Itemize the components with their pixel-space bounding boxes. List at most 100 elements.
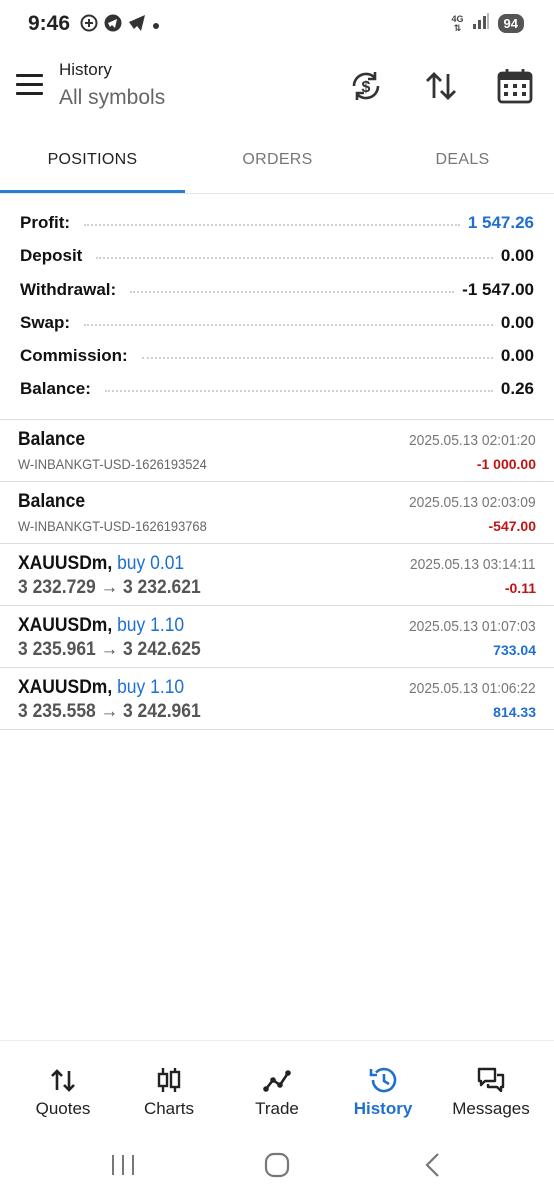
deal-side: buy 1.10: [117, 677, 185, 698]
home-button[interactable]: [257, 1150, 297, 1180]
list-item[interactable]: Balance W-INBANKGT-USD-1626193524 2025.0…: [0, 420, 554, 482]
summary-value: 0.26: [500, 378, 534, 398]
summary-label: Profit:: [20, 212, 71, 232]
summary-label: Withdrawal:: [20, 279, 117, 299]
calendar-button[interactable]: [495, 66, 535, 106]
summary-row-withdrawal: Withdrawal: -1 547.00: [20, 273, 534, 306]
deal-time: 2025.05.13 01:07:03: [409, 618, 536, 635]
page-title: History: [59, 60, 112, 79]
summary-row-deposit: Deposit 0.00: [20, 239, 534, 272]
deal-amount: 733.04: [493, 642, 536, 658]
summary-row-profit: Profit: 1 547.26: [20, 206, 534, 239]
deal-side: buy 1.10: [117, 615, 185, 636]
status-bar: 9:46 4G ⇅ 94: [0, 0, 554, 52]
nav-label: Trade: [255, 1099, 299, 1118]
nav-charts[interactable]: Charts: [114, 1059, 224, 1129]
summary-row-commission: Commission: 0.00: [20, 339, 534, 372]
trade-icon: [263, 1070, 291, 1092]
deal-time: 2025.05.13 01:06:22: [409, 680, 536, 697]
nav-label: Messages: [452, 1099, 530, 1118]
svg-text:$: $: [362, 79, 371, 96]
summary-label: Swap:: [20, 312, 71, 332]
messages-icon: [477, 1067, 505, 1093]
list-item[interactable]: XAUUSDm, buy 1.10 3 235.558 → 3 242.961 …: [0, 668, 554, 730]
nav-history[interactable]: History: [328, 1059, 438, 1129]
app-header: History All symbols $: [0, 52, 554, 120]
summary-row-balance: Balance: 0.26: [20, 372, 534, 405]
currency-exchange-button[interactable]: $: [346, 66, 386, 106]
dotted-leader: [84, 323, 493, 326]
history-tabs: POSITIONS ORDERS DEALS: [0, 140, 554, 194]
dotted-leader: [130, 290, 455, 293]
tab-deals[interactable]: DEALS: [370, 140, 554, 192]
dotted-leader: [84, 223, 460, 226]
nav-label: Charts: [143, 1099, 195, 1118]
signal-icon: [472, 13, 490, 34]
notification-icons: [80, 14, 160, 37]
summary-value: -1 547.00: [462, 279, 534, 299]
summary-value: 0.00: [500, 245, 534, 265]
deal-title: XAUUSDm, buy 0.01: [18, 553, 185, 574]
deal-amount: -0.11: [504, 580, 536, 596]
status-time: 9:46: [28, 12, 71, 35]
summary-row-swap: Swap: 0.00: [20, 306, 534, 339]
list-item[interactable]: XAUUSDm, buy 0.01 3 232.729 → 3 232.621 …: [0, 544, 554, 606]
tabs-divider: [0, 193, 554, 194]
deal-time: 2025.05.13 03:14:11: [410, 556, 536, 573]
nav-quotes[interactable]: Quotes: [8, 1059, 118, 1129]
symbol-filter[interactable]: All symbols: [59, 86, 165, 110]
tab-positions[interactable]: POSITIONS: [0, 140, 185, 192]
summary-label: Balance:: [20, 378, 91, 398]
list-item[interactable]: XAUUSDm, buy 1.10 3 235.961 → 3 242.625 …: [0, 606, 554, 668]
deal-prices: 3 232.729 → 3 232.621: [18, 577, 201, 598]
menu-icon[interactable]: [16, 74, 44, 96]
deal-time: 2025.05.13 02:01:20: [409, 432, 536, 449]
status-right: 4G ⇅ 94: [452, 13, 524, 34]
recent-apps-icon: [112, 1155, 134, 1175]
summary-label: Commission:: [20, 345, 128, 365]
system-nav-bar: [0, 1132, 554, 1200]
deal-time: 2025.05.13 02:03:09: [409, 494, 536, 511]
deal-amount: -547.00: [488, 518, 536, 534]
dotted-leader: [96, 256, 493, 259]
summary-value: 1 547.26: [467, 212, 534, 232]
history-icon: [369, 1067, 397, 1093]
sort-button[interactable]: [421, 66, 461, 106]
back-icon: [425, 1153, 439, 1177]
calendar-icon: [497, 69, 533, 104]
bottom-nav: Quotes Charts Trade History Messages: [0, 1040, 554, 1132]
nav-label: History: [353, 1099, 413, 1118]
network-type: 4G ⇅: [451, 13, 464, 33]
summary-value: 0.00: [500, 345, 534, 365]
more-dot-icon: [152, 17, 160, 35]
nav-label: Quotes: [35, 1099, 91, 1118]
telegram-icon: [104, 14, 122, 37]
nav-trade[interactable]: Trade: [222, 1059, 332, 1129]
deal-title: XAUUSDm, buy 1.10: [18, 677, 185, 698]
recent-apps-button[interactable]: [103, 1150, 143, 1180]
deal-side: buy 0.01: [117, 553, 185, 574]
deal-amount: 814.33: [493, 704, 536, 720]
nav-messages[interactable]: Messages: [436, 1059, 546, 1129]
list-item[interactable]: Balance W-INBANKGT-USD-1626193768 2025.0…: [0, 482, 554, 544]
battery-indicator: 94: [497, 14, 524, 33]
deal-title: XAUUSDm, buy 1.10: [18, 615, 185, 636]
telegram-send-icon: [128, 14, 146, 37]
deal-comment: W-INBANKGT-USD-1626193768: [18, 518, 207, 534]
currency-exchange-icon: $: [352, 72, 380, 100]
summary-label: Deposit: [20, 245, 83, 265]
deal-prices: 3 235.558 → 3 242.961: [18, 701, 201, 722]
deal-amount: -1 000.00: [476, 456, 536, 472]
summary-value: 0.00: [500, 312, 534, 332]
deal-title: Balance: [18, 491, 86, 512]
location-pin-icon: [80, 14, 98, 37]
tab-orders[interactable]: ORDERS: [185, 140, 370, 192]
home-icon: [264, 1152, 290, 1178]
dotted-leader: [104, 389, 493, 392]
charts-icon: [157, 1068, 181, 1092]
deal-comment: W-INBANKGT-USD-1626193524: [18, 456, 207, 472]
deal-title: Balance: [18, 429, 86, 450]
deal-prices: 3 235.961 → 3 242.625: [18, 639, 201, 660]
back-button[interactable]: [413, 1150, 453, 1180]
quotes-icon: [51, 1069, 75, 1092]
